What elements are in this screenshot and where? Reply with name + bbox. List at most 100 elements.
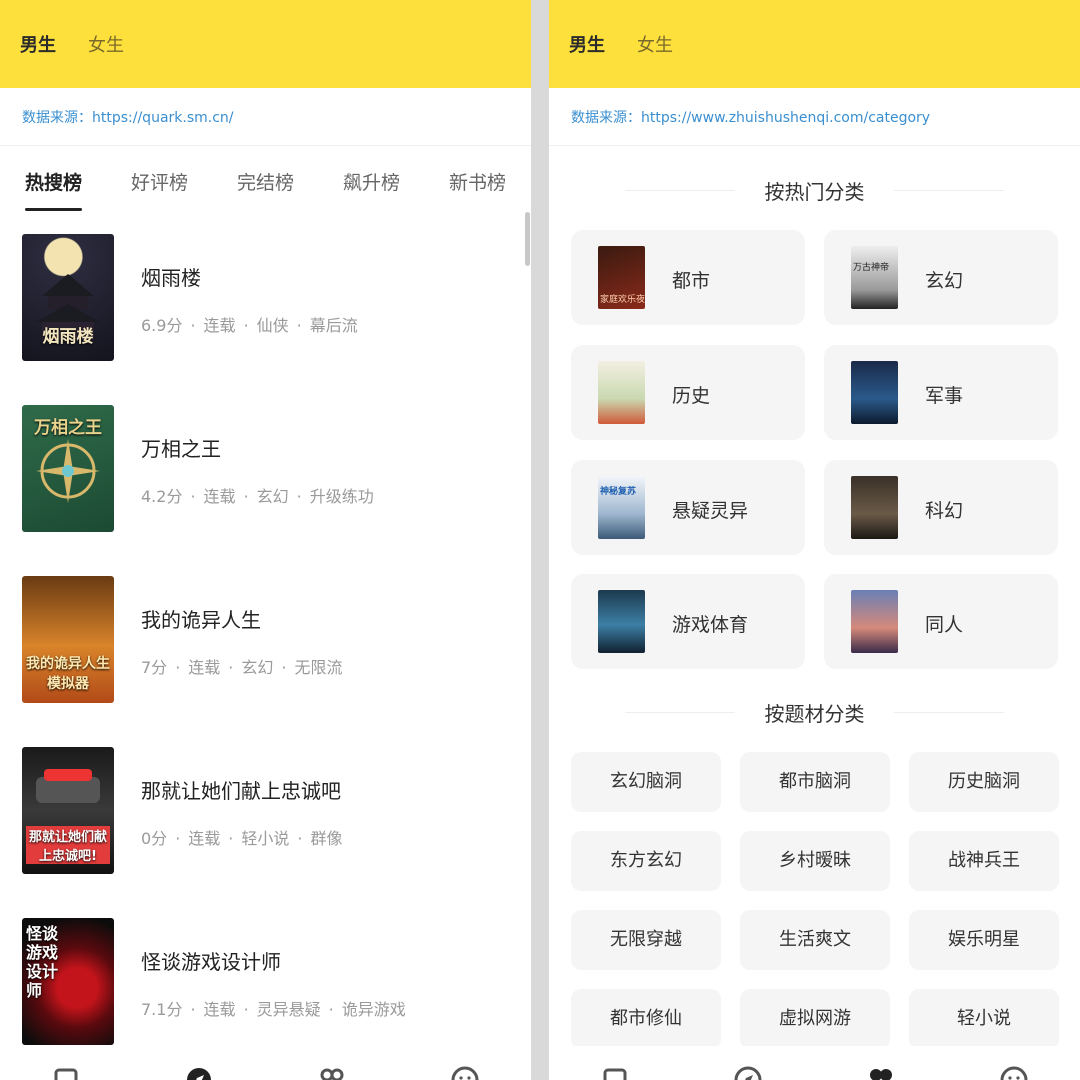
book-cover: 那就让她们献上忠诚吧! — [22, 747, 114, 874]
book-title: 怪谈游戏设计师 — [141, 950, 281, 974]
book-status: 连载 — [188, 658, 221, 677]
theme-tag[interactable]: 生活爽文 — [740, 910, 890, 970]
category-icon[interactable] — [318, 1066, 346, 1080]
category-card-kehuan[interactable]: 科幻 — [824, 460, 1058, 555]
book-cover: 我的诡异人生模拟器 — [22, 576, 114, 703]
category-label: 科幻 — [925, 500, 964, 522]
list-item[interactable]: 我的诡异人生模拟器 我的诡异人生 7分 · 连载 · 玄幻 · 无限流 — [0, 572, 525, 703]
scrollbar[interactable] — [525, 212, 530, 266]
tab-female[interactable]: 女生 — [88, 31, 124, 57]
category-cover: 家庭欢乐夜 — [598, 246, 645, 309]
book-genre: 玄幻 — [241, 658, 274, 677]
divider — [894, 712, 1004, 713]
theme-category-header: 按题材分类 — [549, 698, 1080, 728]
book-score: 4.2分 — [141, 487, 183, 506]
book-tag: 无限流 — [294, 658, 343, 677]
hot-category-header: 按热门分类 — [549, 176, 1080, 206]
book-title: 那就让她们献上忠诚吧 — [141, 779, 341, 803]
book-status: 连载 — [188, 829, 221, 848]
tab-completed[interactable]: 完结榜 — [237, 168, 294, 195]
profile-icon[interactable] — [1000, 1066, 1028, 1080]
book-genre: 轻小说 — [241, 829, 290, 848]
book-cover: 烟雨楼 — [22, 234, 114, 361]
cover-title: 家庭欢乐夜 — [600, 295, 645, 305]
tab-good-review[interactable]: 好评榜 — [131, 168, 188, 195]
theme-tag[interactable]: 都市修仙 — [571, 989, 721, 1049]
gender-tab-bar: 男生 女生 — [0, 0, 531, 88]
theme-tag[interactable]: 战神兵王 — [909, 831, 1059, 891]
profile-icon[interactable] — [451, 1066, 479, 1080]
theme-tag[interactable]: 虚拟网游 — [740, 989, 890, 1049]
theme-tag[interactable]: 无限穿越 — [571, 910, 721, 970]
tab-rising[interactable]: 飙升榜 — [343, 168, 400, 195]
book-title: 烟雨楼 — [141, 266, 201, 290]
book-cover: 万相之王 — [22, 405, 114, 532]
book-tag: 群像 — [310, 829, 343, 848]
left-screen: 男生 女生 数据来源：https://quark.sm.cn/ 热搜榜 好评榜 … — [0, 0, 531, 1080]
gender-tab-bar: 男生 女生 — [549, 0, 1080, 88]
data-source-link[interactable]: 数据来源：https://www.zhuishushenqi.com/categ… — [549, 88, 1080, 146]
category-label: 历史 — [672, 385, 711, 407]
category-cover — [598, 361, 645, 424]
category-cover — [598, 590, 645, 653]
category-card-xuanyi[interactable]: 神秘复苏 悬疑灵异 — [571, 460, 805, 555]
list-item[interactable]: 烟雨楼 烟雨楼 6.9分 · 连载 · 仙侠 · 幕后流 — [0, 230, 525, 361]
section-title: 按热门分类 — [764, 180, 865, 204]
category-label: 都市 — [672, 270, 711, 292]
book-score: 7.1分 — [141, 1000, 183, 1019]
book-tag: 诡异游戏 — [341, 1000, 406, 1019]
book-meta: 7.1分 · 连载 · 灵异悬疑 · 诡异游戏 — [141, 1000, 406, 1019]
book-score: 7分 — [141, 658, 168, 677]
book-cover: 怪谈游戏设计师 — [22, 918, 114, 1045]
theme-tag[interactable]: 东方玄幻 — [571, 831, 721, 891]
bookshelf-icon[interactable] — [52, 1066, 80, 1080]
tab-male[interactable]: 男生 — [569, 31, 605, 57]
category-cover: 万古神帝 — [851, 246, 898, 309]
cover-title: 烟雨楼 — [42, 327, 94, 347]
theme-tag[interactable]: 历史脑洞 — [909, 752, 1059, 812]
divider — [625, 712, 735, 713]
book-score: 0分 — [141, 829, 168, 848]
cover-title: 怪谈游戏设计师 — [26, 924, 59, 1000]
category-icon[interactable] — [867, 1066, 895, 1080]
list-item[interactable]: 万相之王 万相之王 4.2分 · 连载 · 玄幻 · 升级练功 — [0, 401, 525, 532]
book-status: 连载 — [203, 487, 236, 506]
book-genre: 灵异悬疑 — [256, 1000, 321, 1019]
book-meta: 0分 · 连载 · 轻小说 · 群像 — [141, 829, 343, 848]
data-source-link[interactable]: 数据来源：https://quark.sm.cn/ — [0, 88, 531, 146]
discover-icon[interactable] — [185, 1066, 213, 1080]
right-screen: 男生 女生 数据来源：https://www.zhuishushenqi.com… — [549, 0, 1080, 1080]
theme-tag[interactable]: 娱乐明星 — [909, 910, 1059, 970]
bookshelf-icon[interactable] — [601, 1066, 629, 1080]
bottom-nav — [0, 1044, 531, 1080]
theme-tag[interactable]: 都市脑洞 — [740, 752, 890, 812]
book-genre: 仙侠 — [256, 316, 289, 335]
theme-tag[interactable]: 乡村暧昧 — [740, 831, 890, 891]
tab-male[interactable]: 男生 — [20, 31, 56, 57]
list-item[interactable]: 那就让她们献上忠诚吧! 那就让她们献上忠诚吧 0分 · 连载 · 轻小说 · 群像 — [0, 743, 525, 874]
book-meta: 6.9分 · 连载 · 仙侠 · 幕后流 — [141, 316, 358, 335]
category-label: 同人 — [925, 614, 964, 636]
category-card-xuanhuan[interactable]: 万古神帝 玄幻 — [824, 230, 1058, 325]
book-tag: 幕后流 — [309, 316, 358, 335]
book-status: 连载 — [203, 316, 236, 335]
list-item[interactable]: 怪谈游戏设计师 怪谈游戏设计师 7.1分 · 连载 · 灵异悬疑 · 诡异游戏 — [0, 914, 525, 1045]
tab-new-books[interactable]: 新书榜 — [449, 168, 506, 195]
theme-tag[interactable]: 轻小说 — [909, 989, 1059, 1049]
discover-icon[interactable] — [734, 1066, 762, 1080]
divider — [625, 190, 735, 191]
tab-hot-search[interactable]: 热搜榜 — [25, 168, 82, 195]
book-score: 6.9分 — [141, 316, 183, 335]
bottom-nav — [549, 1046, 1080, 1080]
section-title: 按题材分类 — [764, 702, 865, 726]
book-genre: 玄幻 — [256, 487, 289, 506]
category-card-youxi[interactable]: 游戏体育 — [571, 574, 805, 669]
category-card-lishi[interactable]: 历史 — [571, 345, 805, 440]
category-card-dushi[interactable]: 家庭欢乐夜 都市 — [571, 230, 805, 325]
category-card-junshi[interactable]: 军事 — [824, 345, 1058, 440]
category-card-tongren[interactable]: 同人 — [824, 574, 1058, 669]
category-label: 悬疑灵异 — [672, 500, 749, 522]
theme-tag[interactable]: 玄幻脑洞 — [571, 752, 721, 812]
category-label: 游戏体育 — [672, 614, 749, 636]
tab-female[interactable]: 女生 — [637, 31, 673, 57]
